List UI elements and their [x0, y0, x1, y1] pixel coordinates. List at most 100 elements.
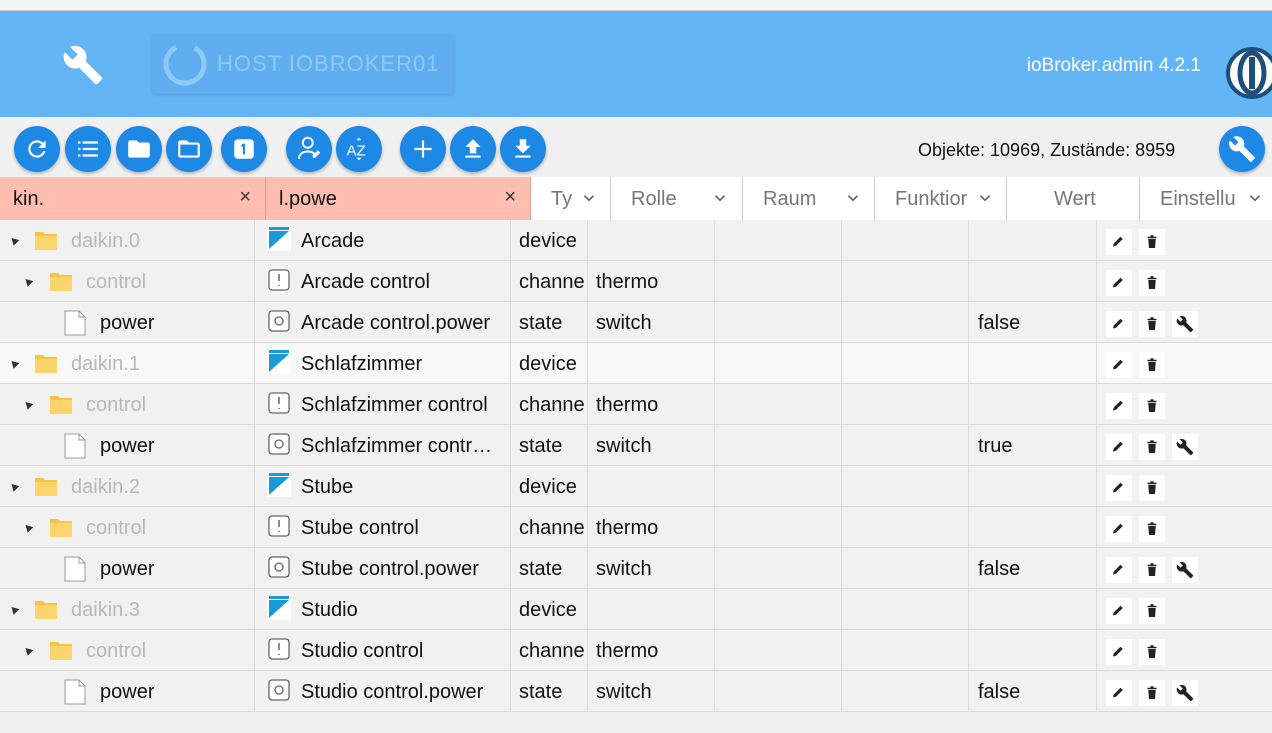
table-row[interactable]: daikin.0 Arcade device	[0, 220, 1272, 261]
value-column-header: Wert	[1007, 177, 1140, 220]
settings-button[interactable]	[1219, 126, 1265, 172]
edit-button[interactable]	[1106, 639, 1132, 665]
table-row[interactable]: power Stube control.power state switch false	[0, 548, 1272, 589]
top-edge	[0, 0, 1272, 10]
delete-button[interactable]	[1139, 311, 1165, 337]
name-filter-input[interactable]: l.powe ×	[266, 177, 531, 220]
wrench-button[interactable]	[1172, 311, 1198, 337]
edit-button[interactable]	[1106, 557, 1132, 583]
table-row[interactable]: power Studio control.power state switch fals…	[0, 671, 1272, 712]
power-icon	[163, 42, 207, 86]
value-cell	[969, 220, 1097, 260]
delete-button[interactable]	[1139, 352, 1165, 378]
expert-mode-button[interactable]	[286, 126, 332, 172]
table-header: kin. × l.powe × Ty Rolle Raum Funktior W…	[0, 177, 1272, 220]
expand-toggle-icon[interactable]	[22, 399, 34, 410]
object-id: power	[100, 681, 155, 703]
expand-toggle-icon[interactable]	[22, 522, 34, 533]
id-cell: power	[0, 302, 255, 342]
edit-icon	[1113, 646, 1123, 657]
name-cell: Arcade	[255, 220, 511, 260]
clear-id-filter-icon[interactable]: ×	[239, 186, 251, 209]
delete-icon	[1147, 276, 1157, 289]
download-button[interactable]	[500, 126, 546, 172]
refresh-button[interactable]	[14, 126, 60, 172]
expand-toggle-icon[interactable]	[22, 276, 34, 287]
expand-all-button[interactable]	[116, 126, 162, 172]
delete-button[interactable]	[1139, 516, 1165, 542]
expand-toggle-icon[interactable]	[8, 235, 20, 246]
expand-toggle-icon[interactable]	[8, 481, 20, 492]
table-row[interactable]: control Schlafzimmer control channe thermo	[0, 384, 1272, 425]
edit-button[interactable]	[1106, 311, 1132, 337]
upload-button[interactable]	[450, 126, 496, 172]
table-row[interactable]: daikin.3 Studio device	[0, 589, 1272, 630]
function-column-filter[interactable]: Funktior	[875, 177, 1007, 220]
edit-button[interactable]	[1106, 434, 1132, 460]
delete-button[interactable]	[1139, 639, 1165, 665]
object-name: Studio	[301, 599, 358, 621]
host-selector-button[interactable]: HOST IOBROKER01	[152, 34, 454, 94]
actions-cell	[1097, 466, 1272, 506]
edit-button[interactable]	[1106, 475, 1132, 501]
table-row[interactable]: control Arcade control channe thermo	[0, 261, 1272, 302]
type-cell: channe	[511, 507, 588, 547]
wrench-icon[interactable]	[62, 44, 104, 86]
type-cell: channe	[511, 261, 588, 301]
wrench-button[interactable]	[1172, 434, 1198, 460]
edit-icon	[1113, 400, 1123, 411]
delete-button[interactable]	[1139, 434, 1165, 460]
table-row[interactable]: power Arcade control.power state switch fals…	[0, 302, 1272, 343]
edit-button[interactable]	[1106, 229, 1132, 255]
role-cell	[588, 589, 715, 629]
name-cell: Arcade control	[255, 261, 511, 301]
clear-name-filter-icon[interactable]: ×	[504, 186, 516, 209]
wrench-button[interactable]	[1172, 680, 1198, 706]
table-row[interactable]: control Studio control channe thermo	[0, 630, 1272, 671]
folder-icon	[35, 601, 57, 619]
table-row[interactable]: power Schlafzimmer contr… state switch true	[0, 425, 1272, 466]
edit-button[interactable]	[1106, 680, 1132, 706]
value-cell[interactable]: false	[969, 302, 1097, 342]
delete-button[interactable]	[1139, 598, 1165, 624]
role-column-filter[interactable]: Rolle	[611, 177, 743, 220]
delete-button[interactable]	[1139, 229, 1165, 255]
edit-button[interactable]	[1106, 516, 1132, 542]
expand-toggle-icon[interactable]	[8, 604, 20, 615]
table-row[interactable]: daikin.2 Stube device	[0, 466, 1272, 507]
object-id: power	[100, 558, 155, 580]
delete-button[interactable]	[1139, 680, 1165, 706]
type-column-label: Ty	[551, 188, 573, 210]
function-cell	[842, 220, 969, 260]
object-role: thermo	[596, 394, 659, 416]
value-cell[interactable]: false	[969, 671, 1097, 711]
value-cell[interactable]: false	[969, 548, 1097, 588]
delete-button[interactable]	[1139, 270, 1165, 296]
name-cell: Studio	[255, 589, 511, 629]
add-object-button[interactable]	[400, 126, 446, 172]
delete-button[interactable]	[1139, 557, 1165, 583]
delete-button[interactable]	[1139, 475, 1165, 501]
settings-column-filter[interactable]: Einstellu	[1140, 177, 1272, 220]
object-id: control	[86, 640, 147, 662]
table-row[interactable]: daikin.1 Schlafzimmer device	[0, 343, 1272, 384]
delete-button[interactable]	[1139, 393, 1165, 419]
room-column-filter[interactable]: Raum	[743, 177, 875, 220]
expand-toggle-icon[interactable]	[22, 645, 34, 656]
edit-button[interactable]	[1106, 393, 1132, 419]
expand-toggle-icon[interactable]	[8, 358, 20, 369]
edit-button[interactable]	[1106, 352, 1132, 378]
value-cell[interactable]: true	[969, 425, 1097, 465]
wrench-button[interactable]	[1172, 557, 1198, 583]
object-role: switch	[596, 312, 652, 334]
edit-button[interactable]	[1106, 270, 1132, 296]
table-row[interactable]: control Stube control channe thermo	[0, 507, 1272, 548]
sort-button[interactable]: AZ	[336, 126, 382, 172]
type-column-filter[interactable]: Ty	[531, 177, 611, 220]
list-icon	[78, 141, 98, 157]
edit-button[interactable]	[1106, 598, 1132, 624]
list-view-button[interactable]	[65, 126, 111, 172]
collapse-all-button[interactable]	[166, 126, 212, 172]
expand-level-button[interactable]	[221, 126, 267, 172]
id-filter-input[interactable]: kin. ×	[0, 177, 266, 220]
